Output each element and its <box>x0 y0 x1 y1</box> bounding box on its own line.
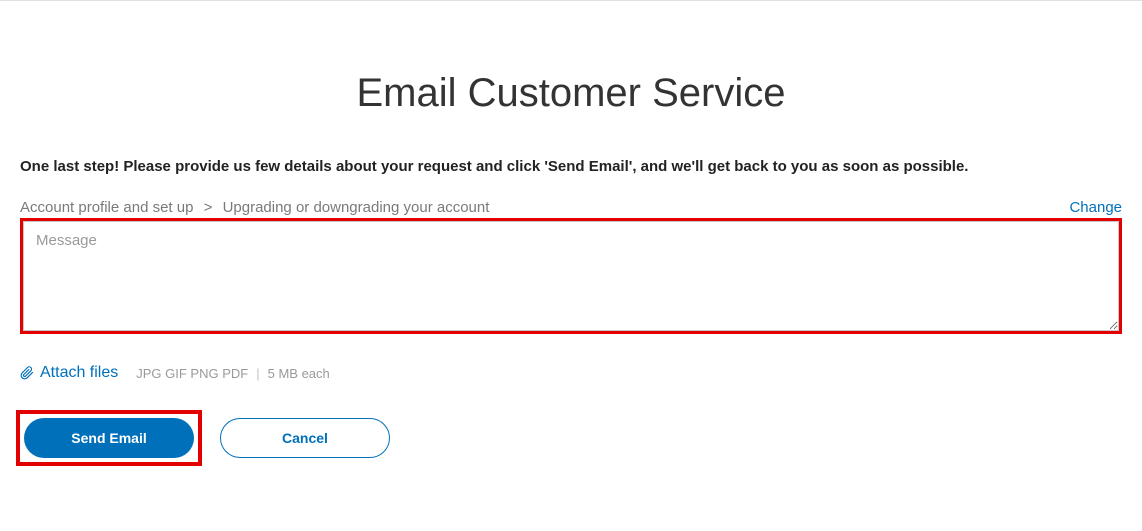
attach-divider: | <box>256 366 259 381</box>
breadcrumb-level-1: Account profile and set up <box>20 199 193 216</box>
attach-formats: JPG GIF PNG PDF <box>136 366 248 381</box>
message-highlight <box>20 218 1122 334</box>
instruction-text: One last step! Please provide us few det… <box>20 158 1122 175</box>
breadcrumb-row: Account profile and set up > Upgrading o… <box>20 199 1122 216</box>
button-row: Send Email Cancel <box>20 410 1122 466</box>
breadcrumb-level-2: Upgrading or downgrading your account <box>223 199 490 216</box>
change-link[interactable]: Change <box>1069 199 1122 216</box>
message-textarea[interactable] <box>23 221 1119 331</box>
breadcrumb: Account profile and set up > Upgrading o… <box>20 199 489 216</box>
attach-row: Attach files JPG GIF PNG PDF | 5 MB each <box>20 364 1122 382</box>
paperclip-icon <box>20 366 34 380</box>
page-title: Email Customer Service <box>20 71 1122 116</box>
attach-limit: 5 MB each <box>268 366 330 381</box>
cancel-button[interactable]: Cancel <box>220 418 390 458</box>
send-highlight: Send Email <box>16 410 202 466</box>
send-email-button[interactable]: Send Email <box>24 418 194 458</box>
chevron-right-icon: > <box>204 199 213 216</box>
attach-files-link[interactable]: Attach files <box>40 364 118 382</box>
